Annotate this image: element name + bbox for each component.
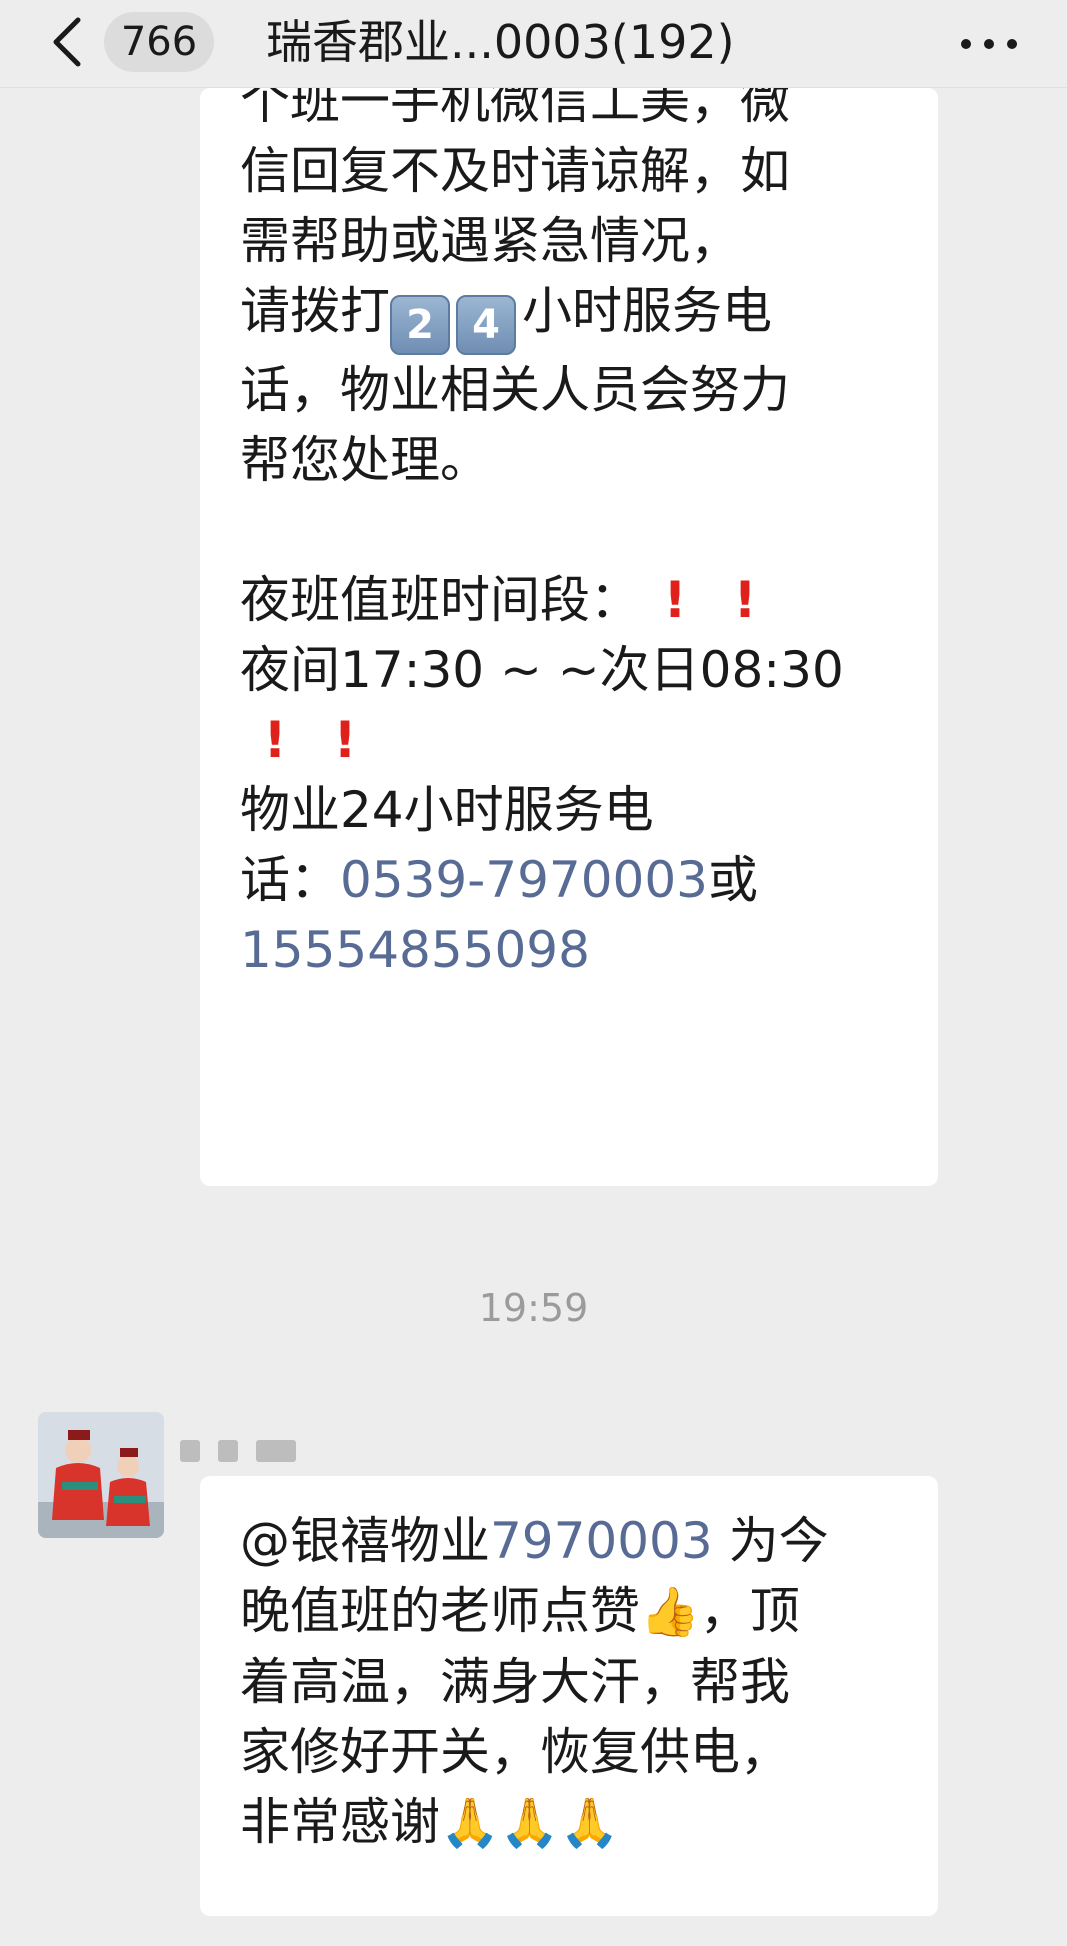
phone-link-landline[interactable]: 0539-7970003 — [340, 851, 708, 909]
chat-header: 766 瑞香郡业...0003(192) — [0, 0, 1067, 88]
message-line-night-time: 夜间17:30 ~ ~次日08:30 — [240, 641, 844, 699]
or-text: 或 — [707, 851, 758, 909]
message-line: 家修好开关，恢复供电， — [240, 1723, 790, 1781]
message-line: 非常感谢🙏🙏🙏 — [240, 1787, 920, 1858]
keycap-4-emoji: 4 — [456, 295, 516, 355]
message-line-phones: 话：0539-7970003或 — [240, 845, 920, 915]
sender-name-obscured — [180, 1400, 380, 1462]
pray-icon: 🙏 — [559, 1795, 620, 1851]
unread-count-badge[interactable]: 766 — [104, 12, 214, 72]
exclamation-icon: ! — [263, 711, 287, 769]
message-line: 话，物业相关人员会努力 — [240, 361, 790, 419]
exclamation-icon: ! — [663, 571, 687, 629]
message-line: 晚值班的老师点赞👍，顶 — [240, 1576, 920, 1647]
message-text-segment: 非常感谢 — [240, 1793, 440, 1851]
exclamation-icon: ! — [333, 711, 357, 769]
message-bubble-thanks[interactable]: @银禧物业7970003 为今 晚值班的老师点赞👍，顶 着高温，满身大汗，帮我 … — [200, 1476, 938, 1916]
message-line: 帮您处理。 — [240, 431, 490, 489]
mention-link[interactable]: 7970003 — [490, 1512, 713, 1570]
message-line: 物业24小时服务电 — [240, 781, 654, 839]
thumbs-up-icon: 👍 — [640, 1584, 700, 1640]
night-shift-label: 夜班值班时间段： — [240, 571, 640, 629]
pray-icon: 🙏 — [440, 1795, 500, 1851]
message-line-night-shift: 夜班值班时间段：!! — [240, 565, 920, 635]
pray-icon: 🙏 — [499, 1795, 560, 1851]
message-line-suffix: 小时服务电 — [522, 282, 772, 340]
chevron-left-icon[interactable] — [48, 14, 88, 70]
message-line: 着高温，满身大汗，帮我 — [240, 1653, 790, 1711]
keycap-2-emoji: 2 — [390, 295, 450, 355]
more-dots-icon[interactable] — [961, 34, 1023, 52]
message-line: 个班一手机微信工美，微 — [240, 88, 790, 130]
message-text-segment: 为今 — [712, 1512, 829, 1570]
exclamation-icon: ! — [733, 571, 757, 629]
message-line: 需帮助或遇紧急情况， — [240, 212, 740, 270]
message-text: @银禧物业7970003 为今 晚值班的老师点赞👍，顶 着高温，满身大汗，帮我 … — [240, 1506, 920, 1858]
message-line-mention: @银禧物业7970003 为今 — [240, 1506, 920, 1576]
message-text-segment: 晚值班的老师点赞 — [240, 1582, 640, 1640]
avatar[interactable] — [38, 1412, 164, 1538]
message-line-prefix: 请拨打 — [240, 282, 390, 340]
message-timestamp: 19:59 — [478, 1286, 589, 1330]
avatar-photo — [38, 1412, 164, 1538]
chat-title[interactable]: 瑞香郡业...0003(192) — [266, 10, 735, 74]
message-line-hotline: 请拨打 2 4 小时服务电 — [240, 276, 920, 355]
phone-label: 话： — [240, 851, 340, 909]
message-line-alerts: !! — [240, 705, 920, 775]
mention-text[interactable]: @银禧物业 — [240, 1512, 490, 1570]
phone-link-mobile[interactable]: 15554855098 — [240, 915, 920, 985]
message-text: 个班一手机微信工美，微 信回复不及时请谅解，如 需帮助或遇紧急情况， 请拨打 2 4… — [240, 88, 920, 985]
message-text-segment: ，顶 — [699, 1582, 800, 1640]
message-line: 信回复不及时请谅解，如 — [240, 142, 790, 200]
message-bubble-notice[interactable]: 个班一手机微信工美，微 信回复不及时请谅解，如 需帮助或遇紧急情况， 请拨打 2 4… — [200, 88, 938, 1186]
